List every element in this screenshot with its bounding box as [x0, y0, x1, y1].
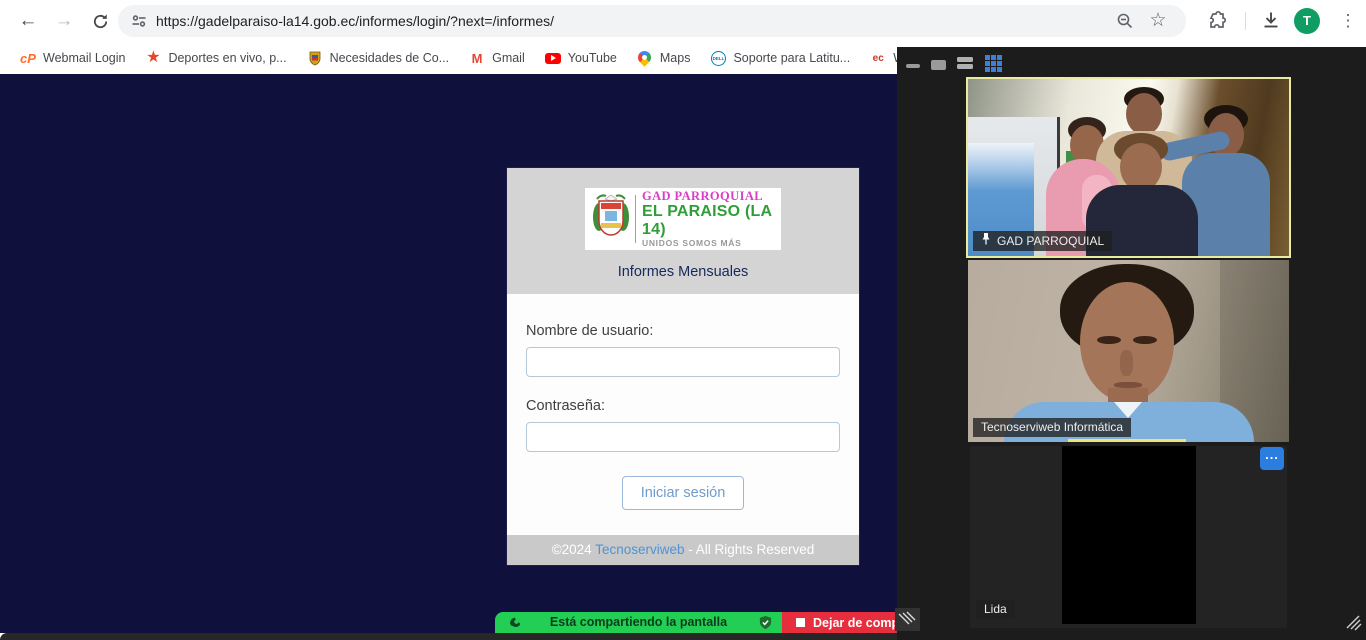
extensions-icon[interactable]: [1206, 9, 1228, 36]
login-card-header: GAD PARROQUIAL EL PARAISO (LA 14) UNIDOS…: [507, 168, 859, 294]
password-field[interactable]: [526, 422, 840, 452]
bookmark-deportes[interactable]: ★ Deportes en vivo, p...: [135, 46, 296, 70]
bookmark-dell[interactable]: DELL Soporte para Latitu...: [700, 46, 860, 70]
sharing-status: Está compartiendo la pantalla: [495, 612, 782, 633]
ecuador-crest-icon: [307, 50, 323, 66]
pin-icon: [981, 233, 991, 248]
speaker-view-icon[interactable]: [931, 60, 946, 70]
eyebrow: [1133, 336, 1157, 344]
logo-line-2: EL PARAISO (LA 14): [642, 203, 781, 239]
active-underline: [1068, 439, 1186, 442]
more-options-button[interactable]: ...: [1260, 447, 1284, 470]
screen: ← → https://gadelparaiso-la14.gob.ec/inf…: [0, 0, 1366, 640]
stop-icon: [796, 618, 805, 627]
gallery-view-icon[interactable]: [985, 55, 1002, 72]
bookmark-webmail[interactable]: cP Webmail Login: [10, 46, 135, 70]
maps-pin-icon: [637, 50, 653, 66]
video-tile-tecnoserviweb[interactable]: Tecnoserviweb Informática: [968, 260, 1289, 442]
bookmark-star-icon[interactable]: ☆: [1146, 7, 1170, 35]
participant-name: GAD PARROQUIAL: [997, 234, 1104, 248]
red-star-icon: ★: [145, 50, 161, 66]
tecnoserviweb-link[interactable]: Tecnoserviweb: [595, 542, 684, 557]
screen-share-bar: Está compartiendo la pantalla Dejar de c…: [495, 612, 917, 633]
username-field[interactable]: [526, 347, 840, 377]
participant-name: Tecnoserviweb Informática: [981, 420, 1123, 434]
login-form: Nombre de usuario: Contraseña: Iniciar s…: [507, 294, 859, 535]
bookmark-label: Necesidades de Co...: [330, 51, 450, 65]
page-title: Informes Mensuales: [507, 264, 859, 280]
bookmark-label: Maps: [660, 51, 691, 65]
logo-divider: [635, 195, 636, 243]
gmail-icon: M: [469, 50, 485, 66]
site-settings-icon[interactable]: [131, 13, 147, 34]
participant-name: Lida: [984, 602, 1007, 616]
browser-toolbar: ← → https://gadelparaiso-la14.gob.ec/inf…: [0, 0, 1366, 42]
person-head: [1120, 143, 1162, 191]
dell-icon: DELL: [710, 50, 726, 66]
login-card: GAD PARROQUIAL EL PARAISO (LA 14) UNIDOS…: [507, 168, 859, 565]
minimize-icon[interactable]: [906, 64, 920, 68]
participant-name-tag: Lida: [976, 600, 1015, 619]
resize-handle-left[interactable]: [895, 608, 920, 631]
url-text[interactable]: https://gadelparaiso-la14.gob.ec/informe…: [156, 5, 554, 37]
whois-icon: ec: [870, 50, 886, 66]
video-conference-panel: GAD PARROQUIAL Tecnoserviweb Informática…: [897, 47, 1366, 640]
participant-name-tag: GAD PARROQUIAL: [973, 231, 1112, 251]
nose: [1120, 350, 1133, 376]
bookmark-label: Webmail Login: [43, 51, 125, 65]
copyright-footer: ©2024 Tecnoserviweb - All Rights Reserve…: [507, 535, 859, 565]
gad-logo: GAD PARROQUIAL EL PARAISO (LA 14) UNIDOS…: [585, 188, 781, 250]
login-button[interactable]: Iniciar sesión: [622, 476, 745, 510]
bookmark-necesidades[interactable]: Necesidades de Co...: [297, 46, 460, 70]
strip-view-icon[interactable]: [957, 57, 973, 71]
reload-icon[interactable]: [86, 7, 114, 35]
username-label: Nombre de usuario:: [526, 323, 840, 339]
video-tile-lida[interactable]: ... Lida: [970, 446, 1287, 628]
dark-video-feed: [1062, 446, 1196, 624]
shield-check-icon[interactable]: [758, 615, 773, 637]
address-bar[interactable]: https://gadelparaiso-la14.gob.ec/informe…: [118, 5, 1186, 37]
person-head: [1126, 93, 1162, 135]
bookmark-label: YouTube: [568, 51, 617, 65]
zoom-page-icon[interactable]: [1116, 12, 1134, 35]
forward-icon[interactable]: →: [50, 7, 78, 35]
logo-line-3: UNIDOS SOMOS MÁS: [642, 239, 781, 249]
video-tile-gad-parroquial[interactable]: GAD PARROQUIAL: [966, 77, 1291, 258]
bookmark-label: Soporte para Latitu...: [733, 51, 850, 65]
cpanel-icon: cP: [20, 50, 36, 66]
downloads-icon[interactable]: [1260, 9, 1282, 36]
password-label: Contraseña:: [526, 398, 840, 414]
copyright-prefix: ©2024: [552, 542, 596, 557]
bookmark-maps[interactable]: Maps: [627, 46, 701, 70]
copyright-suffix: - All Rights Reserved: [684, 542, 814, 557]
youtube-icon: [545, 50, 561, 66]
toolbar-divider: [1245, 12, 1246, 30]
back-icon[interactable]: ←: [14, 7, 42, 35]
bookmark-label: Deportes en vivo, p...: [168, 51, 286, 65]
logo-text: GAD PARROQUIAL EL PARAISO (LA 14) UNIDOS…: [642, 189, 781, 248]
participant-name-tag: Tecnoserviweb Informática: [973, 418, 1131, 437]
phone-icon: [508, 616, 522, 637]
bookmark-label: Gmail: [492, 51, 525, 65]
bookmark-gmail[interactable]: M Gmail: [459, 46, 535, 70]
bookmark-youtube[interactable]: YouTube: [535, 46, 627, 70]
eyebrow: [1097, 336, 1121, 344]
profile-avatar[interactable]: T: [1294, 8, 1320, 34]
browser-menu-icon[interactable]: ⋮: [1334, 7, 1362, 35]
coat-of-arms-icon: [592, 191, 630, 248]
logo-line-1: GAD PARROQUIAL: [642, 189, 781, 203]
sharing-status-text: Está compartiendo la pantalla: [550, 615, 727, 629]
resize-handle-right[interactable]: [1343, 610, 1364, 632]
